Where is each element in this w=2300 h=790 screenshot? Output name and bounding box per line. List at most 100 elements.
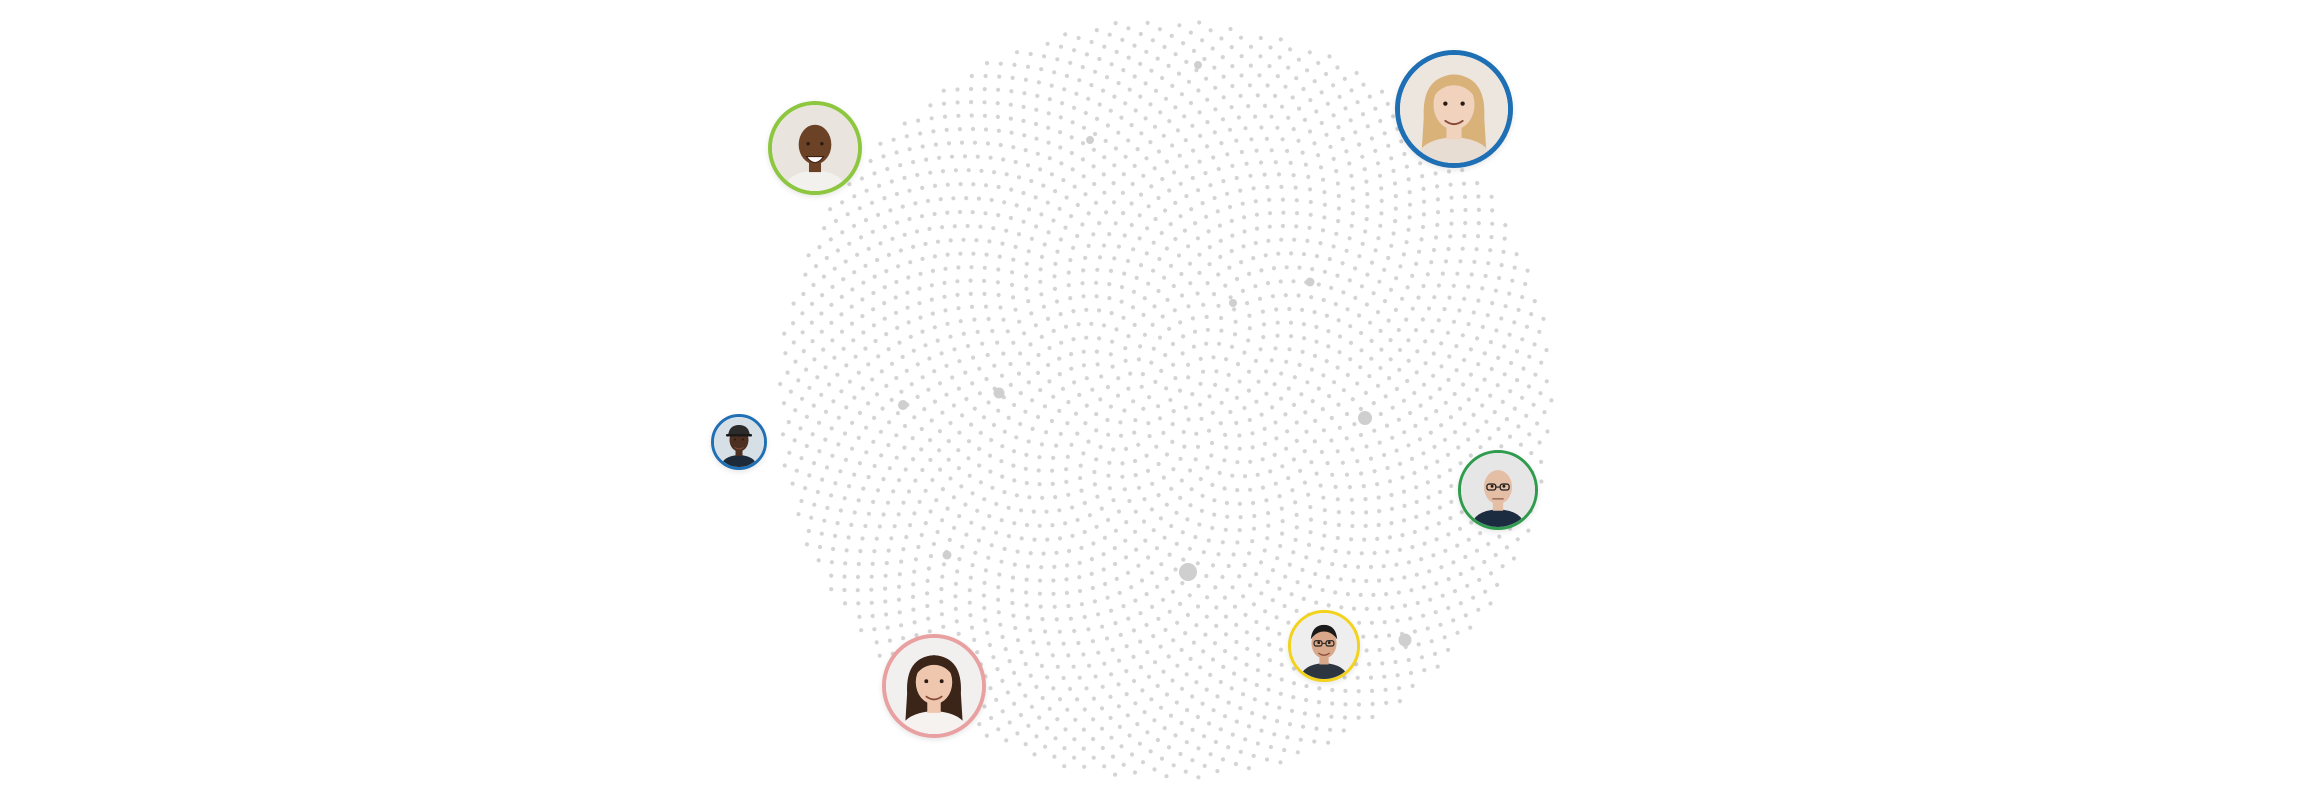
field-dot bbox=[1119, 744, 1124, 749]
field-dot bbox=[982, 113, 988, 118]
field-dot bbox=[1223, 632, 1229, 637]
field-dot bbox=[1385, 101, 1390, 106]
field-dot bbox=[965, 343, 971, 349]
field-dot bbox=[1446, 169, 1452, 174]
field-dot bbox=[1235, 488, 1240, 493]
field-dot bbox=[1254, 682, 1259, 688]
field-dot bbox=[1000, 474, 1005, 479]
field-dot bbox=[1053, 495, 1058, 500]
field-dot bbox=[1382, 674, 1387, 679]
field-dot bbox=[1195, 444, 1201, 449]
field-dot bbox=[1259, 268, 1264, 273]
field-dot bbox=[1137, 236, 1142, 241]
field-dot bbox=[1275, 719, 1280, 724]
field-dot bbox=[999, 373, 1005, 378]
field-dot bbox=[1123, 358, 1128, 363]
field-dot bbox=[1334, 169, 1339, 174]
field-dot bbox=[1146, 555, 1151, 560]
field-dot bbox=[1006, 534, 1012, 539]
field-dot bbox=[1232, 671, 1237, 676]
field-dot bbox=[1214, 605, 1219, 610]
field-dot bbox=[1209, 440, 1215, 446]
field-dot bbox=[1146, 204, 1151, 209]
field-dot bbox=[1358, 406, 1363, 411]
field-dot bbox=[1241, 692, 1246, 697]
field-dot bbox=[1186, 417, 1191, 422]
field-dot bbox=[1035, 93, 1040, 98]
field-dot bbox=[1475, 181, 1480, 186]
field-dot bbox=[856, 370, 861, 375]
field-dot bbox=[1023, 742, 1028, 747]
field-dot bbox=[878, 241, 883, 246]
field-dot bbox=[1058, 130, 1063, 135]
field-dot bbox=[1378, 118, 1383, 124]
field-dot bbox=[1425, 272, 1430, 277]
field-dot bbox=[1476, 362, 1481, 367]
field-dot bbox=[1053, 189, 1058, 194]
field-dot bbox=[1083, 110, 1088, 116]
field-dot bbox=[956, 448, 961, 453]
field-dot bbox=[1024, 286, 1029, 291]
field-dot bbox=[1179, 720, 1184, 726]
field-dot bbox=[839, 329, 845, 334]
field-dot bbox=[868, 158, 873, 164]
field-dot bbox=[1410, 273, 1415, 278]
field-dot bbox=[815, 489, 821, 495]
field-dot bbox=[1364, 217, 1369, 222]
field-dot bbox=[932, 183, 938, 188]
field-dot bbox=[1167, 326, 1172, 331]
field-dot bbox=[1489, 235, 1494, 240]
field-dot bbox=[1320, 228, 1326, 233]
field-dot bbox=[1104, 75, 1110, 80]
field-dot bbox=[1456, 445, 1461, 450]
field-dot bbox=[1488, 248, 1493, 253]
field-dot bbox=[1078, 476, 1083, 481]
field-dot bbox=[919, 447, 924, 452]
field-dot bbox=[1150, 322, 1155, 327]
field-dot bbox=[1279, 237, 1284, 242]
field-dot bbox=[879, 369, 884, 374]
field-dot bbox=[1183, 405, 1188, 410]
field-dot bbox=[991, 655, 996, 660]
field-dot bbox=[1218, 679, 1223, 685]
field-dot bbox=[863, 523, 868, 529]
field-dot bbox=[976, 538, 982, 543]
field-dot bbox=[1009, 130, 1014, 135]
man-with-cap-icon bbox=[714, 417, 764, 467]
field-dot bbox=[1404, 164, 1409, 169]
field-dot bbox=[1119, 299, 1124, 304]
field-dot bbox=[1022, 331, 1027, 336]
field-dot bbox=[942, 280, 947, 285]
field-dot bbox=[1471, 310, 1476, 315]
field-dot bbox=[891, 489, 896, 494]
field-dot bbox=[1300, 307, 1305, 312]
field-dot bbox=[1368, 320, 1373, 325]
field-dot bbox=[1476, 298, 1481, 303]
field-dot bbox=[1022, 133, 1027, 138]
field-dot bbox=[1458, 406, 1463, 411]
field-dot bbox=[1297, 265, 1302, 270]
field-dot bbox=[1042, 404, 1047, 409]
field-dot bbox=[1544, 348, 1549, 353]
field-dot bbox=[969, 113, 974, 118]
field-dot bbox=[1082, 707, 1087, 712]
field-dot bbox=[1368, 456, 1374, 461]
field-dot bbox=[793, 408, 798, 413]
field-dot bbox=[1415, 349, 1420, 354]
field-dot bbox=[807, 385, 812, 390]
field-dot bbox=[1378, 328, 1383, 333]
field-dot bbox=[1255, 93, 1260, 98]
field-dot bbox=[1539, 479, 1544, 484]
field-dot bbox=[1142, 497, 1147, 502]
field-dot bbox=[992, 363, 997, 368]
field-dot bbox=[946, 457, 951, 462]
field-dot bbox=[978, 480, 984, 485]
field-dot bbox=[1077, 560, 1082, 566]
field-dot bbox=[1367, 662, 1372, 667]
field-dot bbox=[871, 439, 876, 444]
field-dot bbox=[1434, 537, 1439, 542]
field-dot bbox=[984, 733, 989, 738]
field-dot bbox=[1089, 557, 1094, 562]
field-dot bbox=[856, 498, 861, 503]
field-dot bbox=[1156, 616, 1161, 621]
